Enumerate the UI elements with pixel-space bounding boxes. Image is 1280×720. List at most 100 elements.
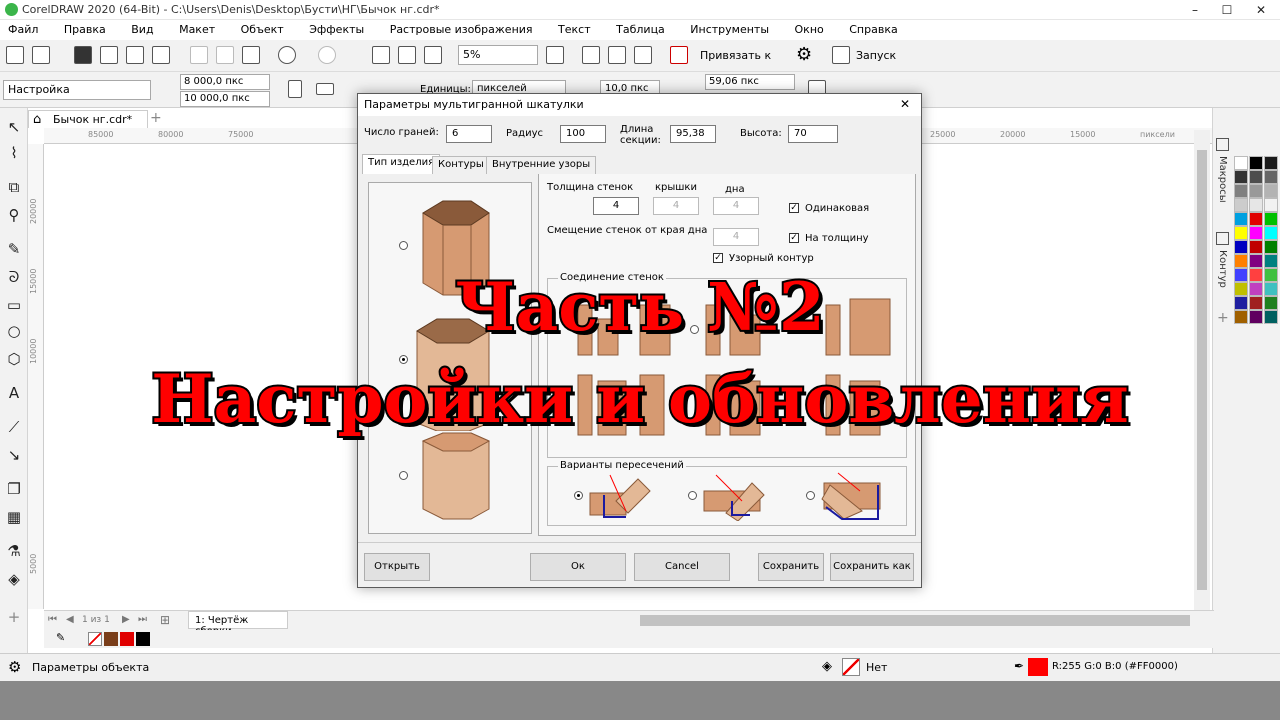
wall-offset-input[interactable]: 4 bbox=[713, 228, 759, 246]
palette-swatch[interactable] bbox=[1249, 198, 1263, 212]
pick-tool-icon[interactable]: ↖ bbox=[5, 118, 23, 136]
palette-swatch[interactable] bbox=[1234, 170, 1248, 184]
save-as-button[interactable]: Сохранить как bbox=[830, 553, 914, 581]
import-icon[interactable] bbox=[372, 46, 390, 64]
launch-icon[interactable] bbox=[832, 46, 850, 64]
horizontal-scrollbar[interactable] bbox=[640, 615, 1190, 626]
menu-layout[interactable]: Макет bbox=[179, 20, 215, 40]
portrait-icon[interactable] bbox=[288, 80, 302, 98]
intersection-radio[interactable] bbox=[806, 491, 815, 500]
open-button[interactable]: Открыть bbox=[364, 553, 430, 581]
palette-swatch[interactable] bbox=[1234, 254, 1248, 268]
palette-swatch[interactable] bbox=[1264, 212, 1278, 226]
menu-edit[interactable]: Правка bbox=[64, 20, 106, 40]
menu-window[interactable]: Окно bbox=[795, 20, 824, 40]
color-swatch[interactable] bbox=[136, 632, 150, 646]
drop-shadow-icon[interactable]: ❐ bbox=[5, 480, 23, 498]
bottom-thickness-input[interactable]: 4 bbox=[713, 197, 759, 215]
new-document-icon[interactable] bbox=[6, 46, 24, 64]
palette-swatch[interactable] bbox=[1234, 226, 1248, 240]
next-page-icon[interactable]: ▶ bbox=[122, 614, 130, 625]
share-cloud-icon[interactable] bbox=[126, 46, 144, 64]
palette-swatch[interactable] bbox=[1264, 198, 1278, 212]
rulers-icon[interactable] bbox=[582, 46, 600, 64]
no-color-swatch[interactable] bbox=[88, 632, 102, 646]
pattern-contour-checkbox[interactable]: ✓ bbox=[713, 253, 723, 263]
on-thickness-checkbox[interactable]: ✓ bbox=[789, 233, 799, 243]
palette-swatch[interactable] bbox=[1234, 156, 1248, 170]
macros-icon[interactable] bbox=[1216, 138, 1229, 151]
zoom-tool-icon[interactable]: ⚲ bbox=[5, 206, 23, 224]
palette-swatch[interactable] bbox=[1234, 198, 1248, 212]
tab-inner-patterns[interactable]: Внутренние узоры bbox=[486, 156, 597, 174]
cancel-button[interactable]: Cancel bbox=[634, 553, 730, 581]
save-button[interactable]: Сохранить bbox=[758, 553, 824, 581]
palette-swatch[interactable] bbox=[1249, 212, 1263, 226]
last-page-icon[interactable]: ⏭ bbox=[138, 614, 147, 625]
full-screen-icon[interactable] bbox=[546, 46, 564, 64]
palette-swatch[interactable] bbox=[1249, 184, 1263, 198]
tab-contours[interactable]: Контуры bbox=[432, 156, 490, 174]
intersection-radio[interactable] bbox=[574, 491, 583, 500]
landscape-icon[interactable] bbox=[316, 83, 334, 95]
print-icon[interactable] bbox=[152, 46, 170, 64]
ok-button[interactable]: Ок bbox=[530, 553, 626, 581]
grid-icon[interactable] bbox=[608, 46, 626, 64]
object-properties-gear-icon[interactable]: ⚙ bbox=[8, 658, 21, 676]
color-swatch[interactable] bbox=[120, 632, 134, 646]
connector-tool-icon[interactable]: ↘ bbox=[5, 446, 23, 464]
duplicate-distance-field[interactable]: 59,06 пкс bbox=[705, 74, 795, 90]
snap-to-dropdown[interactable]: Привязать к bbox=[700, 49, 771, 62]
lid-thickness-input[interactable]: 4 bbox=[653, 197, 699, 215]
menu-bitmaps[interactable]: Растровые изображения bbox=[390, 20, 533, 40]
intersection-radio[interactable] bbox=[688, 491, 697, 500]
add-tab-icon[interactable]: + bbox=[150, 110, 162, 126]
palette-swatch[interactable] bbox=[1234, 184, 1248, 198]
document-tab[interactable]: ⌂ Бычок нг.cdr* bbox=[28, 110, 148, 128]
page-height-field[interactable]: 10 000,0 пкс bbox=[180, 91, 270, 107]
undo-icon[interactable] bbox=[278, 46, 296, 64]
minimize-button[interactable]: – bbox=[1180, 0, 1210, 20]
pdf-export-icon[interactable] bbox=[424, 46, 442, 64]
redo-icon[interactable] bbox=[318, 46, 336, 64]
guidelines-icon[interactable] bbox=[634, 46, 652, 64]
menu-object[interactable]: Объект bbox=[241, 20, 284, 40]
menu-view[interactable]: Вид bbox=[131, 20, 153, 40]
menu-tools[interactable]: Инструменты bbox=[690, 20, 769, 40]
box-type-radio[interactable] bbox=[399, 241, 408, 250]
upload-cloud-icon[interactable] bbox=[100, 46, 118, 64]
menu-table[interactable]: Таблица bbox=[616, 20, 665, 40]
save-icon[interactable] bbox=[74, 46, 92, 64]
palette-swatch[interactable] bbox=[1234, 240, 1248, 254]
no-fill-swatch[interactable] bbox=[842, 658, 860, 676]
palette-swatch[interactable] bbox=[1264, 254, 1278, 268]
crop-tool-icon[interactable]: ⧉ bbox=[5, 178, 23, 196]
palette-swatch[interactable] bbox=[1234, 212, 1248, 226]
palette-swatch[interactable] bbox=[1264, 240, 1278, 254]
page-width-field[interactable]: 8 000,0 пкс bbox=[180, 74, 270, 90]
palette-swatch[interactable] bbox=[1264, 184, 1278, 198]
palette-swatch[interactable] bbox=[1249, 240, 1263, 254]
faces-input[interactable]: 6 bbox=[446, 125, 492, 143]
radius-input[interactable]: 100 bbox=[560, 125, 606, 143]
options-gear-icon[interactable]: ⚙ bbox=[796, 45, 812, 65]
first-page-icon[interactable]: ⏮ bbox=[48, 614, 57, 625]
add-page-icon[interactable]: ⊞ bbox=[160, 613, 170, 627]
add-tool-icon[interactable]: + bbox=[5, 608, 23, 626]
eyedropper-tool-icon[interactable]: ⚗ bbox=[5, 542, 23, 560]
palette-swatch[interactable] bbox=[1264, 226, 1278, 240]
fill-tool-icon[interactable]: ◈ bbox=[5, 570, 23, 588]
export-icon[interactable] bbox=[398, 46, 416, 64]
palette-swatch[interactable] bbox=[1264, 156, 1278, 170]
section-length-input[interactable]: 95,38 bbox=[670, 125, 716, 143]
menu-file[interactable]: Файл bbox=[8, 20, 38, 40]
palette-swatch[interactable] bbox=[1249, 170, 1263, 184]
page-tab[interactable]: 1: Чертёж сборки bbox=[188, 611, 288, 637]
color-swatch[interactable] bbox=[104, 632, 118, 646]
palette-swatch[interactable] bbox=[1249, 156, 1263, 170]
height-input[interactable]: 70 bbox=[788, 125, 838, 143]
close-window-button[interactable]: ✕ bbox=[1246, 0, 1276, 20]
zoom-level-combo[interactable]: 5% bbox=[458, 45, 538, 65]
paste-icon[interactable] bbox=[242, 46, 260, 64]
object-properties-label[interactable]: Параметры объекта bbox=[32, 661, 149, 674]
